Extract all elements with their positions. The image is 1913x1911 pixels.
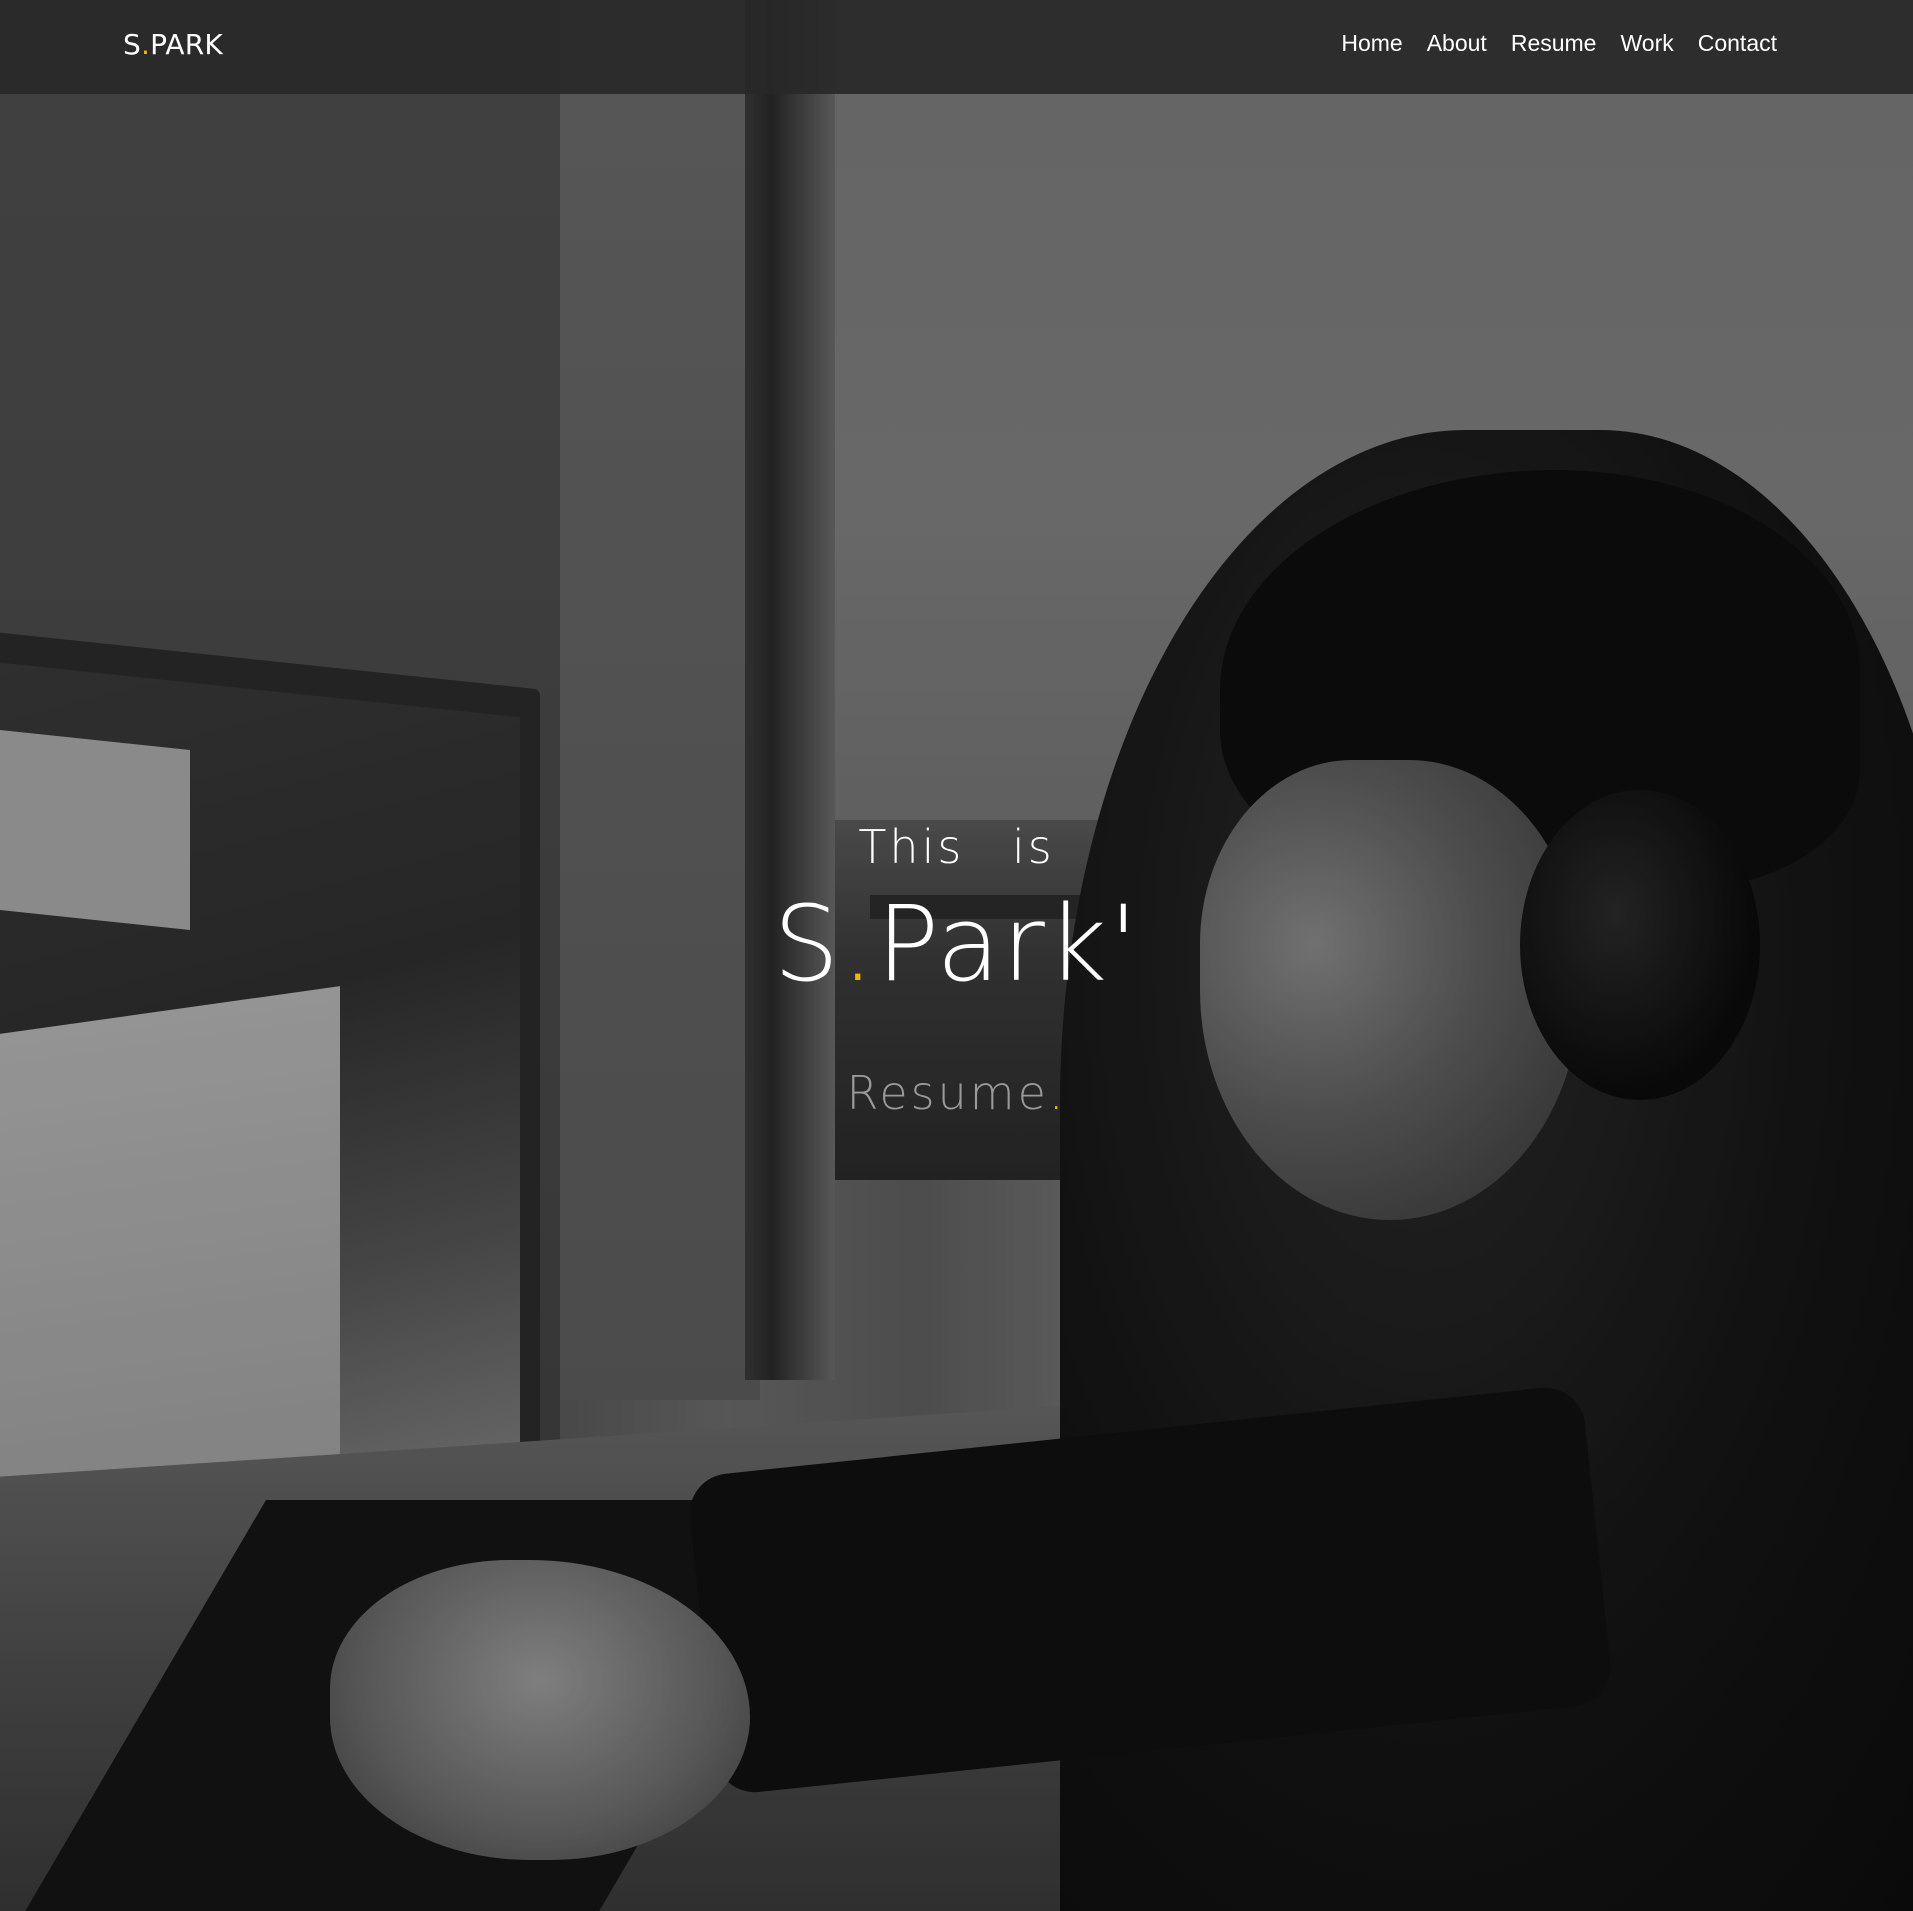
hero-name-dot: . — [841, 883, 877, 1005]
page: S.PARK Home About Resume Work Contact Th… — [0, 0, 1913, 1911]
hero-name-suffix: Park' — [876, 883, 1140, 1005]
brand-prefix: S — [123, 28, 141, 61]
brand-logo-link[interactable]: S.PARK — [123, 28, 223, 61]
brand-suffix: PARK — [150, 28, 223, 61]
navbar: S.PARK Home About Resume Work Contact — [0, 0, 1913, 94]
main-nav: Home About Resume Work Contact — [1341, 30, 1777, 57]
hero-section: This is S.Park' Resume. — [0, 820, 1913, 1120]
nav-link-about[interactable]: About — [1427, 30, 1487, 57]
nav-link-work[interactable]: Work — [1620, 30, 1673, 57]
hero-subtitle-dot: . — [1048, 1065, 1067, 1120]
hero-intro-word: This — [858, 820, 965, 874]
nav-link-contact[interactable]: Contact — [1698, 30, 1777, 57]
hero-intro: This is — [0, 820, 1913, 874]
hero-subtitle-text: Resume — [846, 1065, 1049, 1120]
hero-intro-word: is — [1011, 820, 1055, 874]
hero-name-prefix: S — [773, 883, 842, 1005]
hero-subtitle: Resume. — [0, 1066, 1913, 1120]
nav-link-resume[interactable]: Resume — [1511, 30, 1597, 57]
brand-dot: . — [140, 28, 151, 61]
nav-link-home[interactable]: Home — [1341, 30, 1402, 57]
hero-name: S.Park' — [0, 892, 1913, 996]
